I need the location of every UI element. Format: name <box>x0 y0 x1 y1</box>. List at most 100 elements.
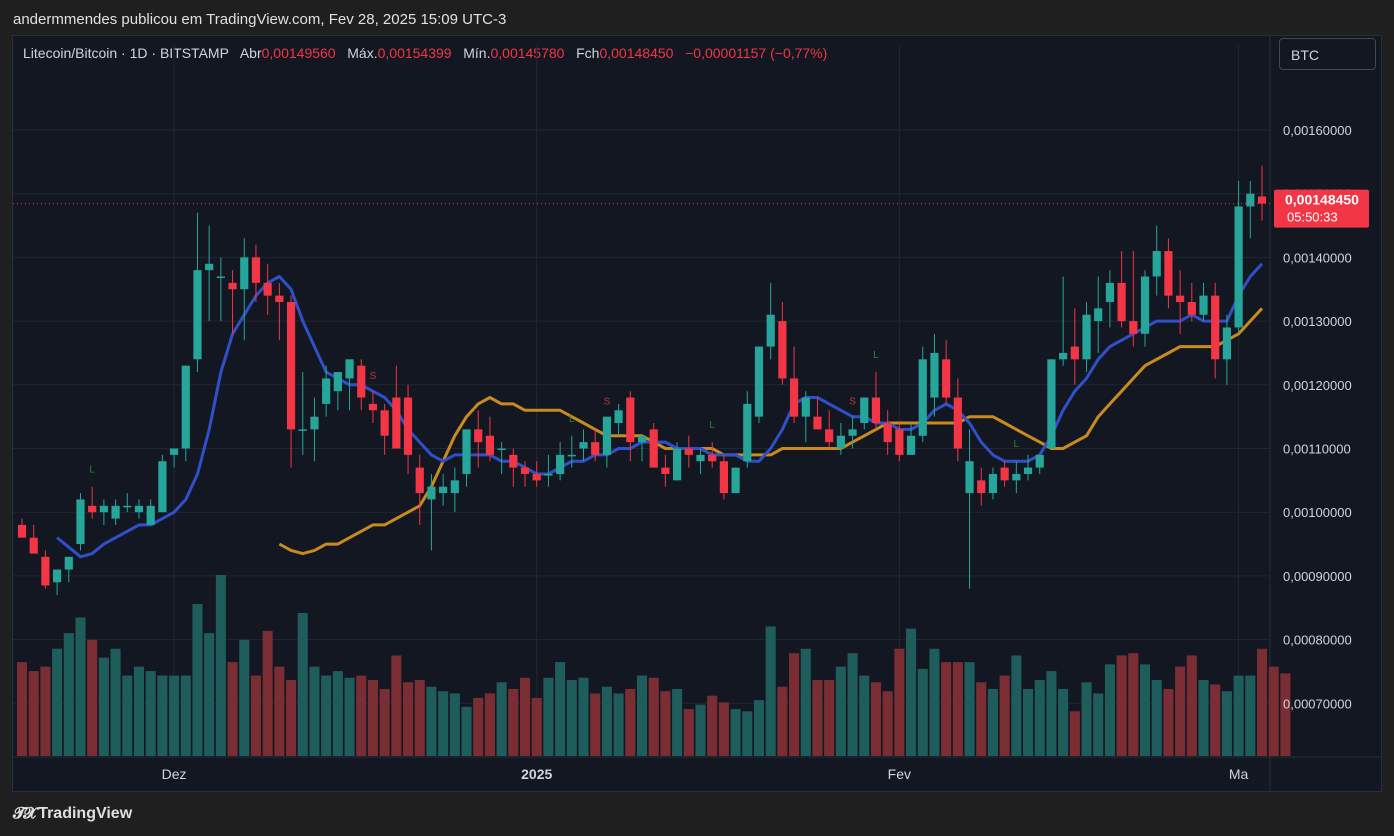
candle-body <box>801 397 810 417</box>
volume-bar <box>765 626 776 756</box>
candle-body <box>813 416 822 430</box>
volume-bar <box>1210 684 1221 756</box>
candle-body <box>1187 301 1196 315</box>
candle-body <box>497 448 506 450</box>
candle-body <box>193 270 202 360</box>
volume-bar <box>519 677 531 756</box>
candle-body <box>1082 314 1091 360</box>
candle-body <box>1140 276 1150 334</box>
tradingview-branding[interactable]: 𝓣𝓧 TradingView <box>13 805 132 823</box>
candle-body <box>76 499 85 545</box>
candle-body <box>322 378 331 404</box>
volume-bar <box>87 639 98 756</box>
volume-bar <box>543 677 554 756</box>
candle-body <box>556 454 565 474</box>
volume-bar <box>367 680 378 756</box>
volume-bar <box>590 693 601 756</box>
volume-bar <box>1034 680 1045 756</box>
volume-bar <box>613 693 624 756</box>
volume-bar <box>145 671 156 756</box>
candles <box>17 165 1267 596</box>
volume-bar <box>1093 693 1104 756</box>
volume-bar <box>718 702 729 756</box>
candle-body <box>345 359 354 379</box>
volume-bar <box>286 680 297 756</box>
candle-body <box>134 505 144 513</box>
price-chart[interactable]: LSLSLSLL 0,001600000,001500000,001400000… <box>0 0 1394 836</box>
volume-bar <box>180 675 191 756</box>
candle-body <box>462 429 471 474</box>
volume-bar <box>1139 664 1151 756</box>
volume-bars <box>16 575 1291 756</box>
candle-body <box>275 295 284 302</box>
candle-body <box>474 429 483 443</box>
y-tick-label: 0,00120000 <box>1283 378 1352 393</box>
candle-body <box>53 569 62 583</box>
candle-body <box>29 537 38 554</box>
signal-label: S <box>849 397 856 408</box>
candle-body <box>1105 282 1115 302</box>
y-tick-label: 0,00070000 <box>1283 696 1352 711</box>
candle-body <box>64 556 73 570</box>
candle-body <box>918 359 927 436</box>
candle-body <box>251 257 261 283</box>
candle-body <box>368 403 378 411</box>
x-tick-label: Dez <box>162 766 187 782</box>
volume-bar <box>461 706 472 756</box>
volume-bar <box>1128 653 1139 756</box>
volume-bar <box>1069 711 1080 756</box>
volume-bar <box>297 612 308 756</box>
candle-body <box>942 359 951 398</box>
candle-body <box>1129 321 1138 334</box>
candle-body <box>661 467 670 474</box>
candle-body <box>1234 206 1243 328</box>
candle-body <box>789 378 799 417</box>
volume-bar <box>484 693 495 756</box>
volume-bar <box>1221 691 1232 756</box>
volume-bar <box>157 675 168 756</box>
price-badge-value: 0,00148450 <box>1285 192 1359 208</box>
signal-label: L <box>1014 439 1020 450</box>
candle-body <box>591 442 600 455</box>
volume-bar <box>1268 666 1279 756</box>
volume-bar <box>1058 688 1069 756</box>
candle-body <box>181 365 190 449</box>
x-tick-label: Ma <box>1229 766 1249 782</box>
candle-body <box>696 454 705 462</box>
volume-bar <box>473 697 484 756</box>
candle-body <box>719 461 728 494</box>
x-tick-label: 2025 <box>521 766 552 782</box>
volume-bar <box>566 680 577 756</box>
volume-bar <box>309 666 320 756</box>
volume-bar <box>1011 655 1022 756</box>
volume-bar <box>508 688 519 756</box>
volume-bar <box>847 653 858 756</box>
fast-moving-average-line <box>56 262 1264 559</box>
candle-body <box>1222 327 1231 360</box>
volume-bar <box>1081 682 1092 756</box>
volume-bar <box>1175 666 1186 756</box>
volume-bar <box>321 675 332 756</box>
candle-body <box>1094 308 1103 322</box>
candle-body <box>123 505 132 508</box>
candle-body <box>965 461 974 494</box>
y-tick-label: 0,00130000 <box>1283 314 1352 329</box>
volume-bar <box>438 691 449 756</box>
candle-body <box>286 301 296 430</box>
y-tick-label: 0,00160000 <box>1283 123 1352 138</box>
tradingview-name: TradingView <box>38 805 133 822</box>
candle-body <box>520 467 530 474</box>
volume-bar <box>28 671 39 756</box>
volume-bar <box>987 688 998 756</box>
candle-body <box>871 397 881 424</box>
volume-bar <box>110 648 121 756</box>
candle-body <box>88 505 97 513</box>
volume-bar <box>1163 688 1174 756</box>
volume-bar <box>1186 655 1197 756</box>
volume-bar <box>625 688 636 756</box>
volume-bar <box>192 604 203 756</box>
candle-body <box>1211 295 1220 360</box>
volume-bar <box>1151 680 1162 756</box>
candle-body <box>988 473 998 494</box>
volume-bar <box>578 677 589 756</box>
